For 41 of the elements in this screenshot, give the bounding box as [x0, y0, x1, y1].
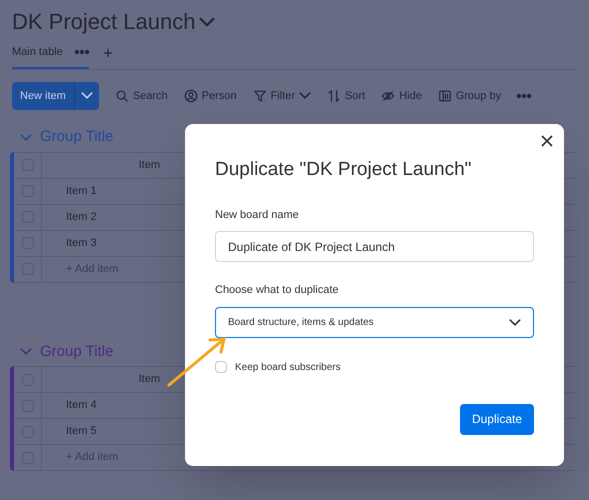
chevron-down-icon: [20, 348, 32, 356]
search-button[interactable]: Search: [114, 88, 168, 104]
board-name-input[interactable]: Duplicate of DK Project Launch: [215, 231, 534, 262]
field-label: New board name: [215, 208, 300, 222]
duplicate-option-dropdown[interactable]: Board structure, items & updates: [215, 306, 534, 338]
column-header: Item: [138, 158, 160, 173]
checkbox[interactable]: [215, 361, 227, 373]
filter-icon: [252, 88, 267, 103]
search-icon: [114, 88, 129, 103]
group-button[interactable]: Group by: [438, 88, 502, 104]
person-icon: [184, 88, 198, 103]
chevron-down-icon: [509, 318, 521, 326]
filter-button[interactable]: Filter: [252, 88, 312, 104]
column-header: Item: [138, 372, 160, 388]
item-name[interactable]: Item 5: [66, 423, 97, 440]
tab[interactable]: Main table: [12, 44, 89, 68]
chevron-down-icon: [20, 134, 32, 141]
chevron-down-icon: [199, 17, 216, 27]
sort-icon: [327, 88, 342, 103]
close-icon[interactable]: [540, 134, 554, 148]
arrow-annotation: [166, 336, 228, 388]
more-icon: [517, 94, 532, 98]
checkbox-label: Keep board subscribers: [235, 360, 341, 374]
eye-slash-icon: [381, 88, 396, 103]
item-name[interactable]: Item 4: [66, 397, 97, 414]
person-button[interactable]: Person: [184, 88, 237, 104]
item-name[interactable]: Item 1: [66, 182, 97, 200]
sort-button[interactable]: Sort: [327, 88, 366, 104]
group-title[interactable]: Group Title: [40, 126, 114, 148]
chevron-down-icon: [299, 92, 312, 100]
group-title[interactable]: Group Title: [40, 340, 114, 363]
hide-button[interactable]: Hide: [381, 88, 422, 104]
board-title: DK Project Launch: [12, 8, 196, 36]
dialog-title: Duplicate "DK Project Launch": [215, 158, 472, 182]
layout-icon: [438, 88, 452, 103]
item-name[interactable]: Item 2: [66, 208, 97, 226]
chevron-down-icon: [80, 92, 93, 100]
item-name[interactable]: Item 3: [66, 234, 97, 252]
field-label: Choose what to duplicate: [215, 283, 340, 298]
more-icon: [74, 50, 89, 54]
duplicate-button[interactable]: Duplicate: [460, 404, 534, 434]
